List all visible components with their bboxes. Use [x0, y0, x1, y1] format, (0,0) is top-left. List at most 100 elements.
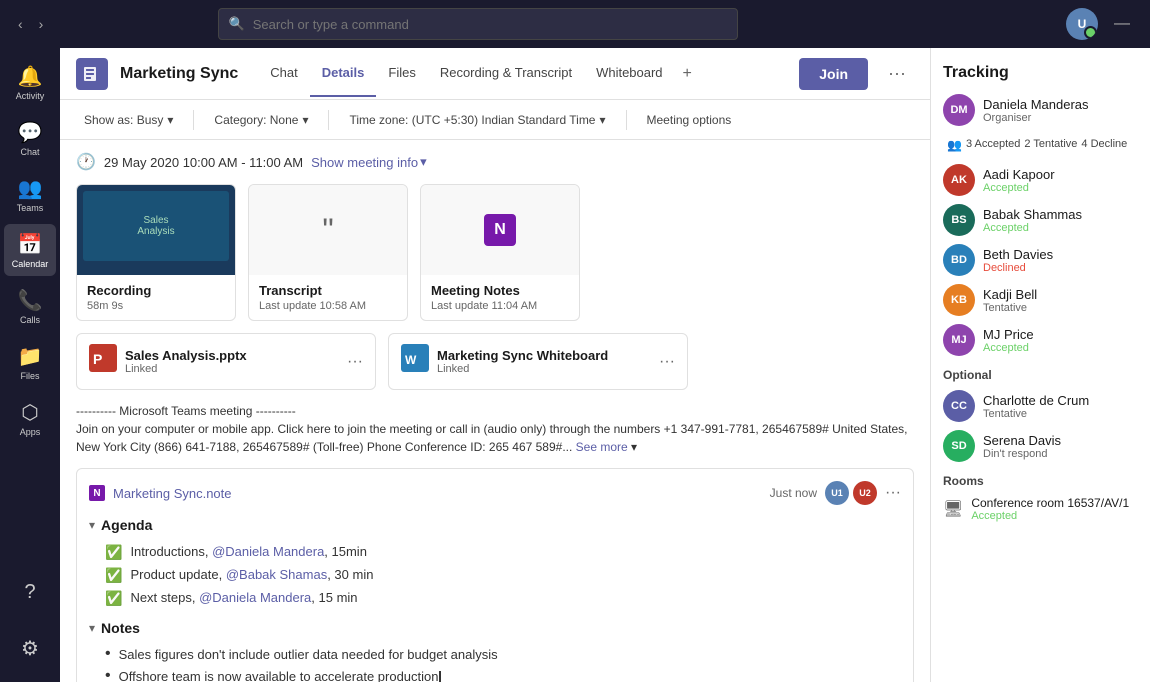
sidebar-item-apps[interactable]: ⬡ Apps: [4, 392, 56, 444]
onenote-icon: N: [484, 214, 516, 246]
notes-onenote-icon: N: [89, 485, 105, 501]
attendee-list: AK Aadi Kapoor Accepted BS Babak Shammas…: [943, 164, 1138, 356]
agenda-item-1: ✅ Introductions, @Daniela Mandera, 15min: [89, 541, 901, 564]
attendee-info-mj: MJ Price Accepted: [983, 327, 1034, 354]
attendee-info-bs: Babak Shammas Accepted: [983, 207, 1082, 234]
svg-text:P: P: [93, 351, 102, 367]
top-bar: ‹ › 🔍 U —: [0, 0, 1150, 48]
attendee-row: AK Aadi Kapoor Accepted: [943, 164, 1138, 196]
notes-section: N Marketing Sync.note Just now U1 U2 ···…: [76, 468, 914, 682]
see-more-button[interactable]: See more: [576, 440, 628, 454]
notes-card-meta: Last update 11:04 AM: [431, 300, 569, 312]
top-bar-right: U —: [1066, 8, 1138, 40]
minimize-button[interactable]: —: [1106, 15, 1138, 33]
nav-arrows: ‹ ›: [12, 12, 49, 36]
sidebar-item-settings[interactable]: ⚙: [4, 622, 56, 674]
notes-sub-title: Notes: [101, 620, 140, 636]
recording-card[interactable]: SalesAnalysis ▶ Recording 58m 9s: [76, 184, 236, 321]
status-badge: Tentative: [983, 408, 1089, 420]
recording-thumbnail: SalesAnalysis ▶: [77, 185, 235, 275]
calendar-icon: 📅: [18, 232, 43, 257]
sidebar-label-calls: Calls: [20, 315, 40, 325]
note-item-1: • Sales figures don't include outlier da…: [105, 644, 901, 666]
toolbar-separator-3: [626, 110, 627, 130]
sidebar-label-activity: Activity: [16, 91, 45, 101]
attendee-avatar-sd: SD: [943, 430, 975, 462]
mention-daniela[interactable]: @Daniela Mandera: [212, 544, 324, 559]
show-meeting-info-button[interactable]: Show meeting info ▾: [311, 154, 426, 170]
mention-babak[interactable]: @Babak Shamas: [226, 567, 327, 582]
search-icon: 🔍: [229, 16, 245, 32]
toolbar-separator-2: [328, 110, 329, 130]
wb-more-button[interactable]: ···: [659, 353, 675, 371]
cards-row: SalesAnalysis ▶ Recording 58m 9s ": [76, 184, 914, 321]
notes-avatar-2: U2: [853, 481, 877, 505]
show-busy-button[interactable]: Show as: Busy ▾: [76, 109, 181, 131]
agenda-chevron-icon: ▾: [89, 518, 95, 532]
organizer-name: Daniela Manderas: [983, 97, 1089, 112]
ppt-file-status: Linked: [125, 363, 339, 375]
meeting-notes-card[interactable]: N Meeting Notes Last update 11:04 AM: [420, 184, 580, 321]
attendee-avatar-mj: MJ: [943, 324, 975, 356]
help-icon: ?: [24, 581, 35, 604]
transcript-info: Transcript Last update 10:58 AM: [249, 275, 407, 320]
tracking-panel: Tracking DM Daniela Manderas Organiser 👥…: [930, 48, 1150, 682]
notes-file-link[interactable]: Marketing Sync.note: [113, 486, 232, 501]
avatar[interactable]: U: [1066, 8, 1098, 40]
transcript-card[interactable]: " Transcript Last update 10:58 AM: [248, 184, 408, 321]
sidebar-item-files[interactable]: 📁 Files: [4, 336, 56, 388]
timezone-button[interactable]: Time zone: (UTC +5:30) Indian Standard T…: [341, 109, 613, 131]
sidebar-item-help[interactable]: ?: [4, 566, 56, 618]
bullet-icon: •: [105, 667, 111, 682]
ppt-file-card[interactable]: P Sales Analysis.pptx Linked ···: [76, 333, 376, 390]
meeting-header: Marketing Sync Chat Details Files Record…: [60, 48, 930, 100]
attendee-row: BD Beth Davies Declined: [943, 244, 1138, 276]
add-tab-button[interactable]: +: [675, 51, 700, 97]
agenda-header[interactable]: ▾ Agenda: [89, 517, 901, 533]
organizer-role: Organiser: [983, 112, 1089, 124]
meeting-title: Marketing Sync: [120, 65, 238, 83]
notes-more-button[interactable]: ···: [885, 484, 901, 502]
sidebar-item-teams[interactable]: 👥 Teams: [4, 168, 56, 220]
notes-sub-header[interactable]: ▾ Notes: [89, 620, 901, 636]
tracking-title: Tracking: [943, 64, 1138, 82]
sidebar-item-calendar[interactable]: 📅 Calendar: [4, 224, 56, 276]
more-options-button[interactable]: ···: [880, 63, 914, 84]
attendee-avatar-kb: KB: [943, 284, 975, 316]
status-badge: Declined: [983, 262, 1053, 274]
sidebar-label-files: Files: [20, 371, 39, 381]
sidebar-label-calendar: Calendar: [12, 259, 49, 269]
status-badge: Din't respond: [983, 448, 1061, 460]
nav-back-button[interactable]: ‹: [12, 12, 29, 36]
mention-daniela-2[interactable]: @Daniela Mandera: [199, 590, 311, 605]
transcript-title: Transcript: [259, 283, 397, 298]
tab-files[interactable]: Files: [376, 51, 427, 97]
clock-icon: 🕐: [76, 152, 96, 172]
status-badge: Accepted: [983, 182, 1055, 194]
search-input[interactable]: [253, 17, 727, 32]
whiteboard-file-card[interactable]: W Marketing Sync Whiteboard Linked ···: [388, 333, 688, 390]
toolbar-separator: [193, 110, 194, 130]
check-icon: ✅: [105, 544, 122, 561]
nav-forward-button[interactable]: ›: [33, 12, 50, 36]
sidebar-item-calls[interactable]: 📞 Calls: [4, 280, 56, 332]
ppt-more-button[interactable]: ···: [347, 353, 363, 371]
join-button[interactable]: Join: [799, 58, 868, 90]
sidebar-item-activity[interactable]: 🔔 Activity: [4, 56, 56, 108]
tab-chat[interactable]: Chat: [258, 51, 309, 97]
room-item: 🖥 Conference room 16537/AV/1 Accepted: [943, 496, 1138, 522]
tab-whiteboard[interactable]: Whiteboard: [584, 51, 674, 97]
main-layout: 🔔 Activity 💬 Chat 👥 Teams 📅 Calendar 📞 C…: [0, 48, 1150, 682]
category-button[interactable]: Category: None ▾: [206, 109, 316, 131]
text-cursor: [439, 671, 441, 682]
content-area: Marketing Sync Chat Details Files Record…: [60, 48, 930, 682]
sidebar-label-chat: Chat: [20, 147, 39, 157]
accepted-count: 3 Accepted: [966, 138, 1020, 152]
recording-info: Recording 58m 9s: [77, 275, 235, 320]
tab-details[interactable]: Details: [310, 51, 377, 97]
meeting-options-button[interactable]: Meeting options: [639, 109, 740, 131]
organizer-info: Daniela Manderas Organiser: [983, 97, 1089, 124]
sidebar-item-chat[interactable]: 💬 Chat: [4, 112, 56, 164]
chevron-down-icon: ▾: [302, 113, 308, 127]
tab-recording[interactable]: Recording & Transcript: [428, 51, 584, 97]
